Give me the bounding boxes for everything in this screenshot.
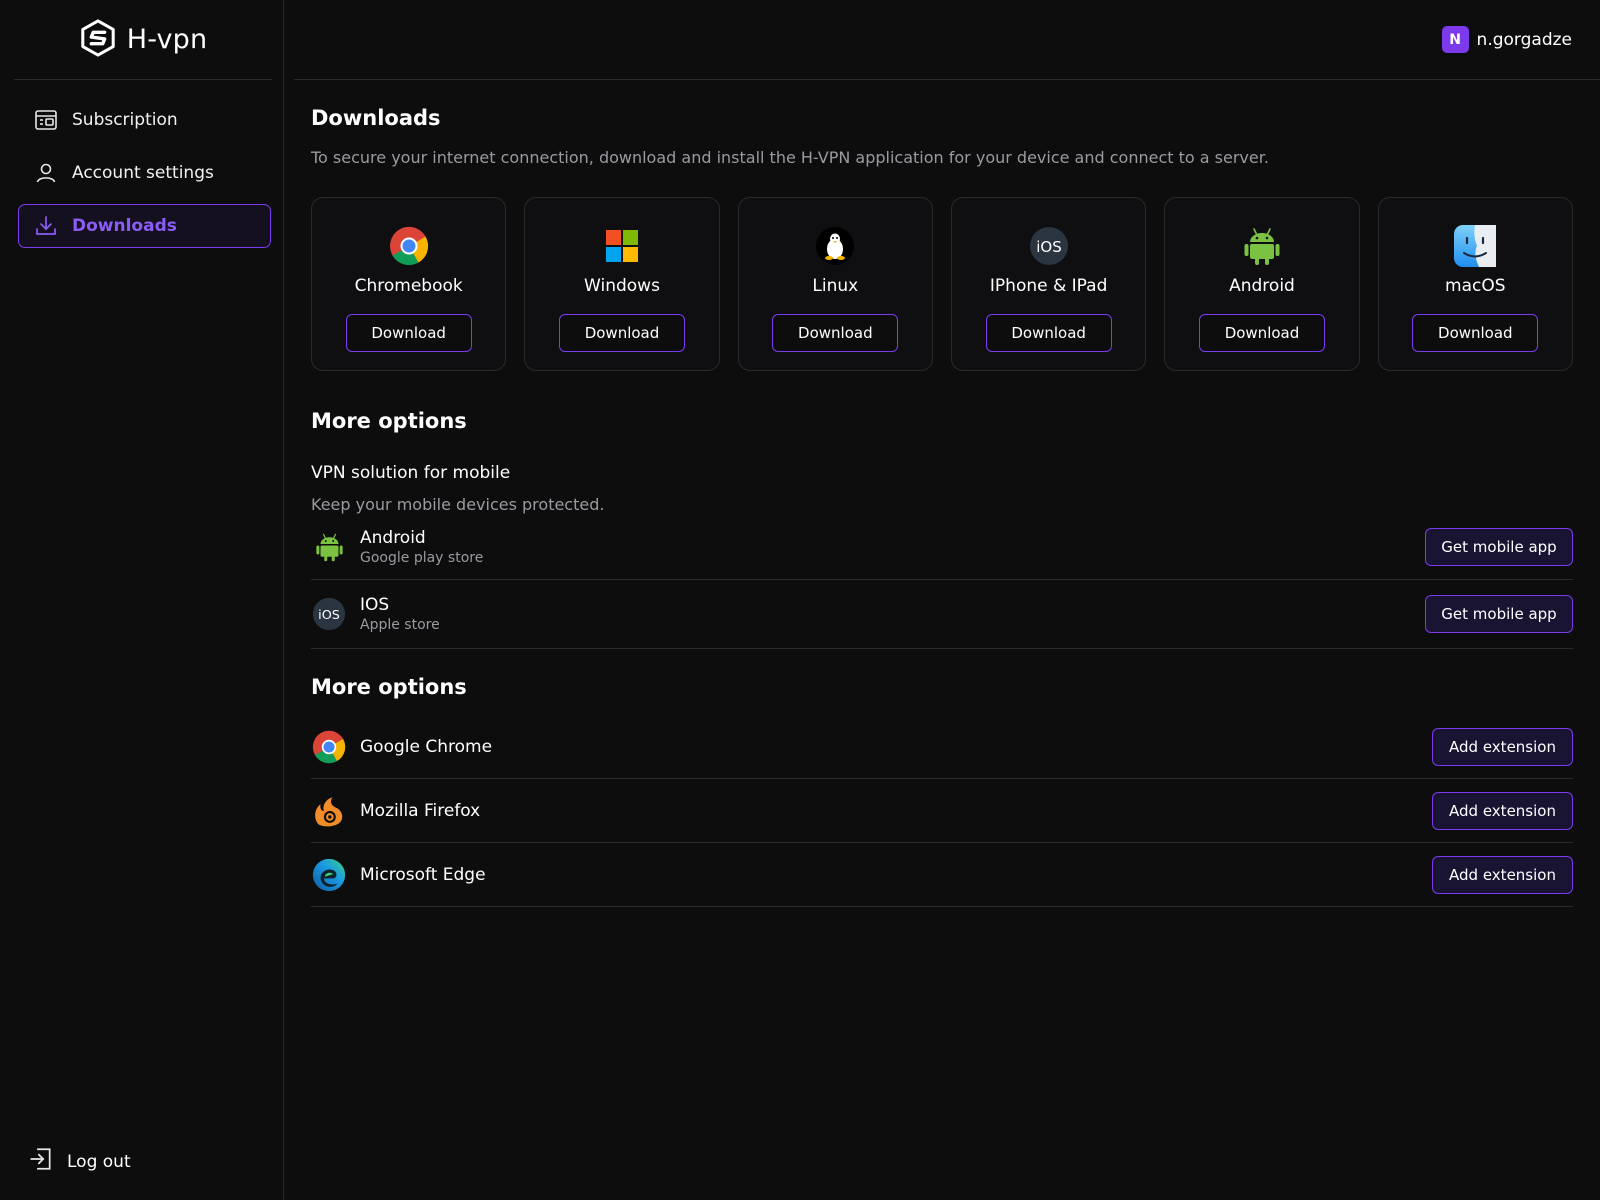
section-description: Keep your mobile devices protected. bbox=[311, 495, 605, 514]
section-subtitle: VPN solution for mobile bbox=[311, 463, 511, 483]
list-item-extension-chrome: Google Chrome Add extension bbox=[311, 715, 1573, 779]
sidebar-item-subscription[interactable]: Subscription bbox=[18, 98, 271, 142]
sidebar-item-label: Downloads bbox=[72, 216, 177, 236]
platform-name: Windows bbox=[584, 276, 660, 296]
subscription-icon bbox=[33, 107, 59, 133]
add-extension-button-edge[interactable]: Add extension bbox=[1432, 855, 1573, 894]
platform-card-linux: Linux Download bbox=[737, 197, 933, 371]
platform-card-android: Android Download bbox=[1164, 197, 1360, 371]
sidebar-item-downloads[interactable]: Downloads bbox=[18, 204, 271, 248]
linux-icon bbox=[813, 224, 857, 268]
platform-name: macOS bbox=[1445, 276, 1506, 296]
logout-button[interactable]: Log out bbox=[28, 1146, 131, 1177]
ios-icon: iOS bbox=[1027, 224, 1071, 268]
platform-card-iphone-ipad: iOS IPhone & IPad Download bbox=[950, 197, 1147, 371]
download-button-windows[interactable]: Download bbox=[558, 314, 685, 352]
add-extension-button-firefox[interactable]: Add extension bbox=[1432, 791, 1573, 830]
page-title: Downloads bbox=[311, 106, 441, 130]
list-item-extension-edge: Microsoft Edge Add extension bbox=[311, 843, 1573, 907]
platform-name: Chromebook bbox=[354, 276, 463, 296]
page-description: To secure your internet connection, down… bbox=[311, 148, 1269, 167]
macos-icon bbox=[1453, 224, 1497, 268]
main-content: Downloads To secure your internet connec… bbox=[311, 106, 1573, 907]
svg-text:iOS: iOS bbox=[1036, 238, 1062, 256]
get-mobile-app-button-ios[interactable]: Get mobile app bbox=[1425, 595, 1573, 633]
avatar: N bbox=[1441, 26, 1469, 53]
sidebar: H-vpn Subscription Account settings Down… bbox=[0, 0, 284, 1200]
platform-card-windows: Windows Download bbox=[524, 197, 720, 371]
download-button-linux[interactable]: Download bbox=[772, 314, 899, 352]
sidebar-item-label: Subscription bbox=[72, 110, 178, 130]
platform-card-chromebook: Chromebook Download bbox=[311, 197, 507, 371]
svg-text:iOS: iOS bbox=[318, 608, 340, 623]
top-bar: N n.gorgadze bbox=[294, 0, 1600, 80]
item-title: Microsoft Edge bbox=[360, 864, 486, 885]
download-button-android[interactable]: Download bbox=[1198, 314, 1325, 352]
item-title: Google Chrome bbox=[360, 736, 493, 757]
download-button-iphone-ipad[interactable]: Download bbox=[985, 314, 1112, 352]
download-icon bbox=[33, 213, 59, 239]
item-title: IOS bbox=[360, 595, 390, 615]
item-title: Mozilla Firefox bbox=[360, 800, 481, 821]
chrome-icon bbox=[311, 729, 347, 765]
logout-icon bbox=[28, 1146, 54, 1177]
user-icon bbox=[33, 160, 59, 186]
section-title-mobile: More options bbox=[311, 409, 467, 433]
edge-icon bbox=[311, 857, 347, 893]
sidebar-item-label: Account settings bbox=[72, 163, 214, 183]
list-item-mobile-android: Android Google play store Get mobile app bbox=[311, 514, 1573, 580]
platform-name: Android bbox=[1229, 276, 1295, 296]
list-item-mobile-ios: iOS IOS Apple store Get mobile app bbox=[311, 580, 1573, 649]
firefox-icon bbox=[311, 793, 347, 829]
android-icon bbox=[311, 529, 347, 565]
sidebar-item-account-settings[interactable]: Account settings bbox=[18, 151, 271, 195]
platform-name: Linux bbox=[812, 276, 859, 296]
platform-card-macos: macOS Download bbox=[1377, 197, 1573, 371]
android-icon bbox=[1240, 224, 1284, 268]
chrome-icon bbox=[387, 224, 431, 268]
ios-icon: iOS bbox=[311, 596, 347, 632]
user-menu[interactable]: N n.gorgadze bbox=[1441, 26, 1572, 53]
item-title: Android bbox=[360, 527, 426, 548]
app-name: H-vpn bbox=[126, 24, 208, 55]
logout-label: Log out bbox=[67, 1151, 131, 1172]
sidebar-nav: Subscription Account settings Downloads bbox=[18, 98, 271, 257]
item-subtitle: Google play store bbox=[360, 549, 484, 566]
add-extension-button-chrome[interactable]: Add extension bbox=[1432, 727, 1573, 766]
platform-name: IPhone & IPad bbox=[989, 276, 1108, 296]
item-subtitle: Apple store bbox=[360, 617, 440, 633]
section-title-browser: More options bbox=[311, 675, 467, 699]
list-item-extension-firefox: Mozilla Firefox Add extension bbox=[311, 779, 1573, 843]
download-button-macos[interactable]: Download bbox=[1412, 314, 1539, 352]
user-name: n.gorgadze bbox=[1476, 29, 1572, 50]
get-mobile-app-button-android[interactable]: Get mobile app bbox=[1425, 527, 1573, 566]
download-button-chromebook[interactable]: Download bbox=[345, 314, 472, 352]
app-logo[interactable]: H-vpn bbox=[14, 0, 272, 80]
logo-icon bbox=[79, 18, 117, 61]
platform-cards: Chromebook Download Windows Download Lin… bbox=[311, 197, 1573, 371]
windows-icon bbox=[600, 224, 644, 268]
